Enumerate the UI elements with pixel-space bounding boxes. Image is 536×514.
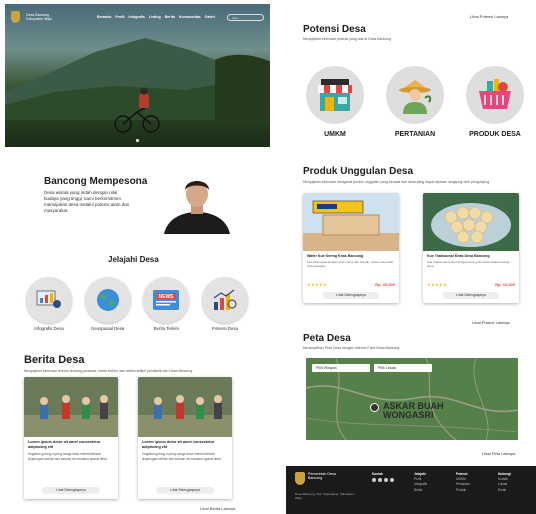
nav-item-galeri[interactable]: Galeri [205,15,215,19]
potensi-item-produk[interactable]: PRODUK DESA [460,66,530,138]
footer-address: Desa Bancong, Kec. Sajoanging, Kabupaten… [295,492,355,500]
basket-icon [466,66,524,124]
nav-item-infografis[interactable]: Infografis [129,15,145,19]
village-emblem-icon [11,11,21,23]
nav-menu: Beranda Profil Infografis Listing Berita… [97,15,215,19]
nav-item-listing[interactable]: Listing [149,15,161,19]
product-price: Rp. 25.000 [375,282,395,287]
news-card[interactable]: Lorem ipsum dolor sit amet consectetur a… [138,377,232,499]
nav-item-beranda[interactable]: Beranda [97,15,111,19]
footer-hubungi: Hubungi Kontak Lokasi Email [498,472,511,492]
footer-explore: Jelajahi Profil Infografis Berita [414,472,428,492]
social-icons [372,478,394,483]
region-select[interactable]: Pilih Wilayah [312,364,370,372]
berita-subtitle: Menyajikan informasi terbaru tentang per… [24,369,193,373]
more-products-link[interactable]: Lihat Produk Lainnya [472,320,510,325]
brand-name[interactable]: Desa Bancong Kabupaten Wajo [26,13,61,21]
globe-icon [84,277,131,323]
explore-item-potensi[interactable]: Potensi Desa [198,277,252,331]
news-image [138,377,232,437]
rider-illustration [114,87,160,133]
read-more-button[interactable]: Lihat Selengkapnya [156,487,214,494]
more-potensi-link[interactable]: Lihat Potensi Lainnya [470,14,508,19]
berita-title: Berita Desa [24,354,85,366]
nav-item-profil[interactable]: Profil [115,15,124,19]
peta-subtitle: Menampilkan Peta Desa dengan Interest Po… [303,346,400,350]
village-map[interactable]: Pilih Wilayah Pilih Lokasi ASKAR BUAH WO… [306,358,518,440]
footer-contact: Kontak [372,472,394,483]
shop-icon [306,66,364,124]
news-list: Lorem ipsum dolor sit amet consectetur a… [24,377,244,499]
explore-list: Infografis Desa Geospasial Desa NEWS Ber… [22,277,252,331]
site-footer: Pemerintah Desa Bancong Desa Bancong, Ke… [286,466,536,514]
explore-item-infografis[interactable]: Infografis Desa [22,277,76,331]
infographic-icon [26,277,72,323]
product-image [303,193,399,251]
footer-potensi: Potensi UMKM Pertanian Produk [456,472,470,492]
map-pin-icon[interactable] [370,403,379,412]
carousel-indicator[interactable] [136,139,139,142]
explore-item-berita[interactable]: NEWS Berita Terkini [139,277,193,331]
product-list: Wafer Kue Kering Khas Bancong Kue khas d… [303,193,519,303]
rating-stars: ★★★★★ [307,282,327,287]
instagram-icon[interactable] [378,478,382,483]
potensi-item-pertanian[interactable]: PERTANIAN [380,66,450,138]
top-navbar: Desa Bancong Kabupaten Wajo Beranda Prof… [11,10,264,24]
svg-text:NEWS: NEWS [159,294,175,300]
rating-stars: ★★★★★ [427,282,447,287]
produk-title: Produk Unggulan Desa [303,166,414,177]
news-image [24,377,118,437]
location-select[interactable]: Pilih Lokasi [374,364,432,372]
village-emblem-icon [295,472,305,485]
potensi-item-umkm[interactable]: UMKM [300,66,370,138]
avatar [158,172,236,234]
hero-banner: Desa Bancong Kabupaten Wajo Beranda Prof… [5,4,270,147]
farmer-icon [386,66,444,124]
product-image [423,193,519,251]
read-more-button[interactable]: Lihat Selengkapnya [42,487,100,494]
product-card[interactable]: Kue Tradisional Khas Desa Bancong Kue tr… [423,193,519,303]
twitter-icon[interactable] [390,478,394,483]
youtube-icon[interactable] [384,478,388,483]
product-card[interactable]: Wafer Kue Kering Khas Bancong Kue khas d… [303,193,399,303]
search-input[interactable]: Cari... [226,13,264,21]
jelajahi-title: Jelajahi Desa [108,255,159,264]
product-price: Rp. 15.000 [495,282,515,287]
product-detail-button[interactable]: Lihat Selengkapnya [323,292,379,299]
nav-item-kommunitas[interactable]: Kommunitas [179,15,201,19]
potensi-list: UMKM PERTANIAN PRODUK DESA [300,66,530,138]
bancong-title: Bancong Mempesona [44,176,148,187]
product-detail-button[interactable]: Lihat Selengkapnya [443,292,499,299]
bancong-description: Desa wisata yang indah dengan nilai buda… [44,190,130,213]
map-location-label: ASKAR BUAH WONGASRI [383,401,444,420]
news-icon: NEWS [143,277,190,323]
nav-item-berita[interactable]: Berita [165,15,175,19]
more-map-link[interactable]: Lihat Peta Lainnya [482,451,515,456]
footer-brand: Pemerintah Desa Bancong [308,472,336,481]
news-card[interactable]: Lorem ipsum dolor sit amet consectetur a… [24,377,118,499]
potensi-subtitle: Menyajikan informasi potensi yang ada di… [303,37,392,41]
chart-icon [201,277,248,323]
explore-item-geospasial[interactable]: Geospasial Desa [81,277,135,331]
produk-subtitle: Menyajikan informasi mengenai produk ung… [303,180,490,184]
potensi-title: Potensi Desa [303,24,366,35]
more-news-link[interactable]: Lihat Berita Lainnya [200,506,235,511]
facebook-icon[interactable] [372,478,376,483]
peta-title: Peta Desa [303,333,351,344]
